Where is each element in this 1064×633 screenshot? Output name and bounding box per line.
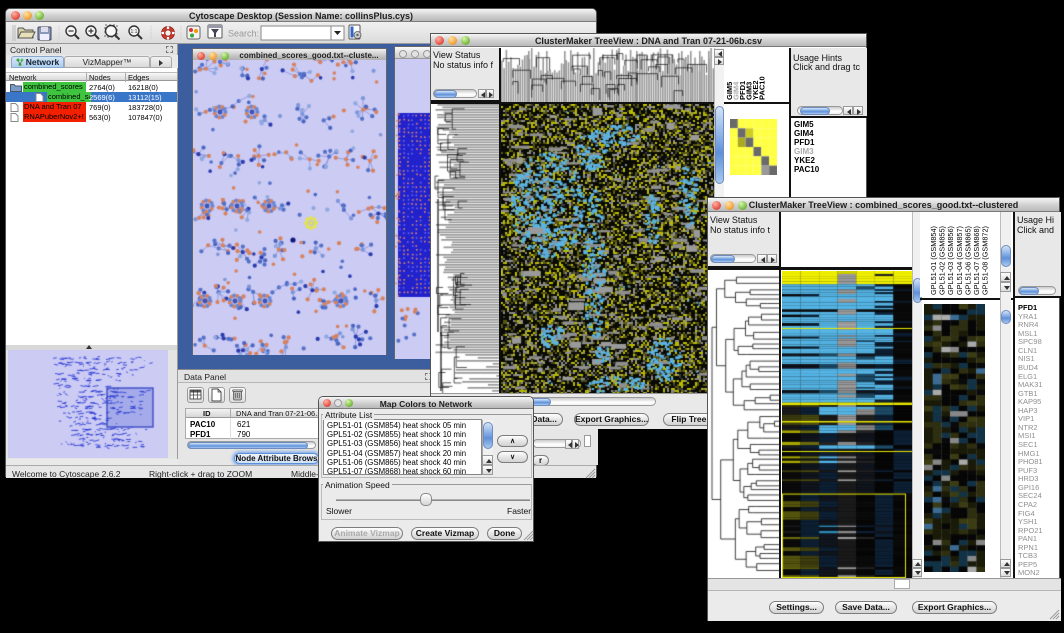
svg-text:GPL51-08 (GSM872): GPL51-08 (GSM872) (981, 226, 990, 295)
svg-text:Search:: Search: (228, 29, 259, 39)
svg-text:1:1: 1:1 (131, 29, 138, 35)
svg-text:PAC10: PAC10 (758, 76, 767, 100)
